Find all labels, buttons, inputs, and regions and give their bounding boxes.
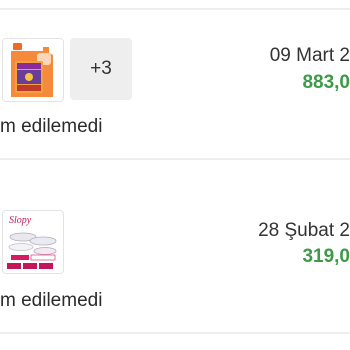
slipper-set-box-image: Slopy xyxy=(3,211,63,273)
product-thumbnail[interactable] xyxy=(2,38,64,102)
orders-page: +3 09 Mart 2 883,0 m edilemedi Slopy 28 … xyxy=(0,0,350,350)
order-date: 28 Şubat 2 xyxy=(258,220,350,241)
orange-detergent-can-image xyxy=(3,39,63,101)
order-price: 319,0 xyxy=(302,246,350,267)
more-items-badge[interactable]: +3 xyxy=(70,38,132,100)
more-items-count: +3 xyxy=(90,58,112,79)
order-card[interactable]: +3 09 Mart 2 883,0 m edilemedi xyxy=(0,0,350,160)
order-card[interactable]: Slopy 28 Şubat 2 319,0 m edilemedi xyxy=(0,160,350,332)
product-thumbnail[interactable]: Slopy xyxy=(2,210,64,274)
order-price: 883,0 xyxy=(302,72,350,93)
order-status: m edilemedi xyxy=(0,290,103,311)
product-brand: Slopy xyxy=(9,215,32,226)
order-status: m edilemedi xyxy=(0,116,103,137)
divider xyxy=(0,332,350,334)
order-date: 09 Mart 2 xyxy=(269,45,350,66)
